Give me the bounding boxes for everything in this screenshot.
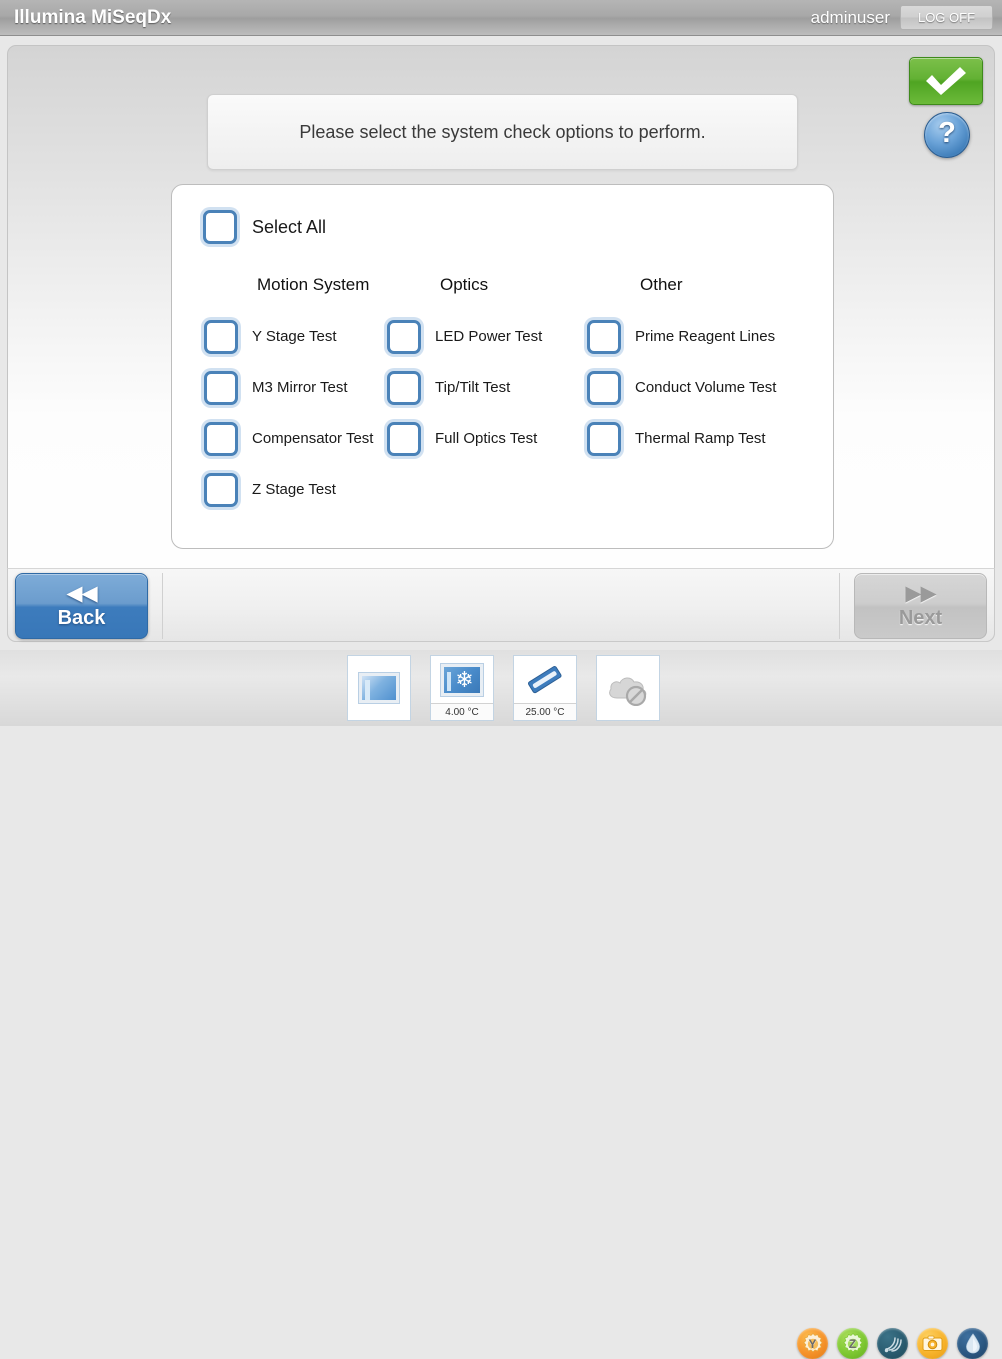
select-all-label: Select All (252, 216, 327, 237)
label-prime-reagent-lines: Prime Reagent Lines (635, 328, 776, 345)
label-z-stage-test: Z Stage Test (252, 481, 336, 498)
label-led-power-test: LED Power Test (435, 328, 543, 345)
column-header-optics: Optics (440, 275, 489, 294)
checkbox-conduct-volume-test[interactable] (587, 370, 621, 405)
label-conduct-volume-test: Conduct Volume Test (635, 379, 777, 396)
heater-temperature: 25.00 °C (514, 703, 576, 720)
log-off-button[interactable]: LOG OFF (900, 5, 993, 30)
checkbox-thermal-ramp-test[interactable] (587, 421, 621, 456)
instruction-text: Please select the system check options t… (299, 121, 706, 142)
label-compensator-test: Compensator Test (252, 430, 374, 447)
content-frame: ? Please select the system check options… (7, 45, 995, 642)
checkbox-full-optics-test[interactable] (387, 421, 421, 456)
camera-sensor-icon[interactable] (917, 1328, 948, 1359)
option-column-motion-system: Motion System Y Stage Test M3 Mirror Tes… (204, 275, 373, 515)
fluidics-drop-icon[interactable] (957, 1328, 988, 1359)
status-tile-flow-cell[interactable] (347, 655, 411, 721)
checkbox-m3-mirror-test[interactable] (204, 370, 238, 405)
option-row-led-power-test[interactable]: LED Power Test (387, 311, 542, 362)
checkmark-icon (922, 64, 970, 98)
label-tip-tilt-test: Tip/Tilt Test (435, 379, 511, 396)
column-header-other: Other (640, 275, 683, 294)
option-row-conduct-volume-test[interactable]: Conduct Volume Test (587, 362, 776, 413)
option-column-optics: Optics LED Power Test Tip/Tilt Test Full… (387, 275, 542, 464)
z-motor-label: Z (848, 1336, 857, 1351)
option-row-full-optics-test[interactable]: Full Optics Test (387, 413, 542, 464)
back-button-label: Back (57, 606, 106, 629)
z-motor-gear-icon[interactable]: Z (837, 1328, 868, 1359)
option-row-prime-reagent-lines[interactable]: Prime Reagent Lines (587, 311, 776, 362)
nav-divider-right (839, 573, 840, 639)
label-m3-mirror-test: M3 Mirror Test (252, 379, 348, 396)
heater-icon (514, 656, 576, 703)
checkbox-prime-reagent-lines[interactable] (587, 319, 621, 354)
checkbox-compensator-test[interactable] (204, 421, 238, 456)
checkbox-y-stage-test[interactable] (204, 319, 238, 354)
reagent-cooler-icon: ❄ (431, 656, 493, 703)
checkbox-z-stage-test[interactable] (204, 472, 238, 507)
option-row-thermal-ramp-test[interactable]: Thermal Ramp Test (587, 413, 776, 464)
status-tile-cloud[interactable] (596, 655, 660, 721)
option-row-y-stage-test[interactable]: Y Stage Test (204, 311, 373, 362)
sensor-status-icons: Y Z (797, 1328, 988, 1359)
nav-divider-left (162, 573, 163, 639)
checkbox-led-power-test[interactable] (387, 319, 421, 354)
status-tile-reagent-cooler[interactable]: ❄ 4.00 °C (430, 655, 494, 721)
help-button[interactable]: ? (924, 112, 970, 158)
option-row-tip-tilt-test[interactable]: Tip/Tilt Test (387, 362, 542, 413)
option-row-z-stage-test[interactable]: Z Stage Test (204, 464, 373, 515)
instruction-banner: Please select the system check options t… (207, 94, 798, 170)
app-title: Illumina MiSeqDx (14, 7, 172, 28)
confirm-check-button[interactable] (909, 57, 983, 105)
label-y-stage-test: Y Stage Test (252, 328, 337, 345)
option-row-compensator-test[interactable]: Compensator Test (204, 413, 373, 464)
navigation-bar: ◀◀ Back ▶▶ Next (7, 568, 995, 642)
select-all-row[interactable]: Select All (203, 210, 326, 244)
select-all-checkbox[interactable] (203, 210, 237, 244)
option-row-m3-mirror-test[interactable]: M3 Mirror Test (204, 362, 373, 413)
column-header-motion-system: Motion System (257, 275, 370, 294)
system-check-options-panel: Select All Motion System Y Stage Test M3… (171, 184, 834, 549)
next-button-label: Next (898, 606, 943, 629)
cloud-disconnected-icon (597, 656, 659, 720)
back-button[interactable]: ◀◀ Back (15, 573, 148, 639)
reagent-cooler-temperature: 4.00 °C (431, 703, 493, 720)
status-bar: ❄ 4.00 °C 25.00 °C Y Z (0, 650, 1002, 1359)
option-column-other: Other Prime Reagent Lines Conduct Volume… (587, 275, 776, 464)
double-right-arrow-icon: ▶▶ (905, 581, 936, 605)
title-bar: Illumina MiSeqDx adminuser LOG OFF (0, 0, 1002, 36)
label-thermal-ramp-test: Thermal Ramp Test (635, 430, 766, 447)
y-motor-label: Y (808, 1336, 817, 1351)
current-username: adminuser (810, 8, 890, 27)
double-left-arrow-icon: ◀◀ (66, 581, 97, 605)
status-tile-heater[interactable]: 25.00 °C (513, 655, 577, 721)
flow-cell-icon (348, 656, 410, 720)
next-button[interactable]: ▶▶ Next (854, 573, 987, 639)
status-tiles: ❄ 4.00 °C 25.00 °C (347, 655, 660, 721)
label-full-optics-test: Full Optics Test (435, 430, 538, 447)
checkbox-tip-tilt-test[interactable] (387, 370, 421, 405)
scanner-sensor-icon[interactable] (877, 1328, 908, 1359)
y-motor-gear-icon[interactable]: Y (797, 1328, 828, 1359)
